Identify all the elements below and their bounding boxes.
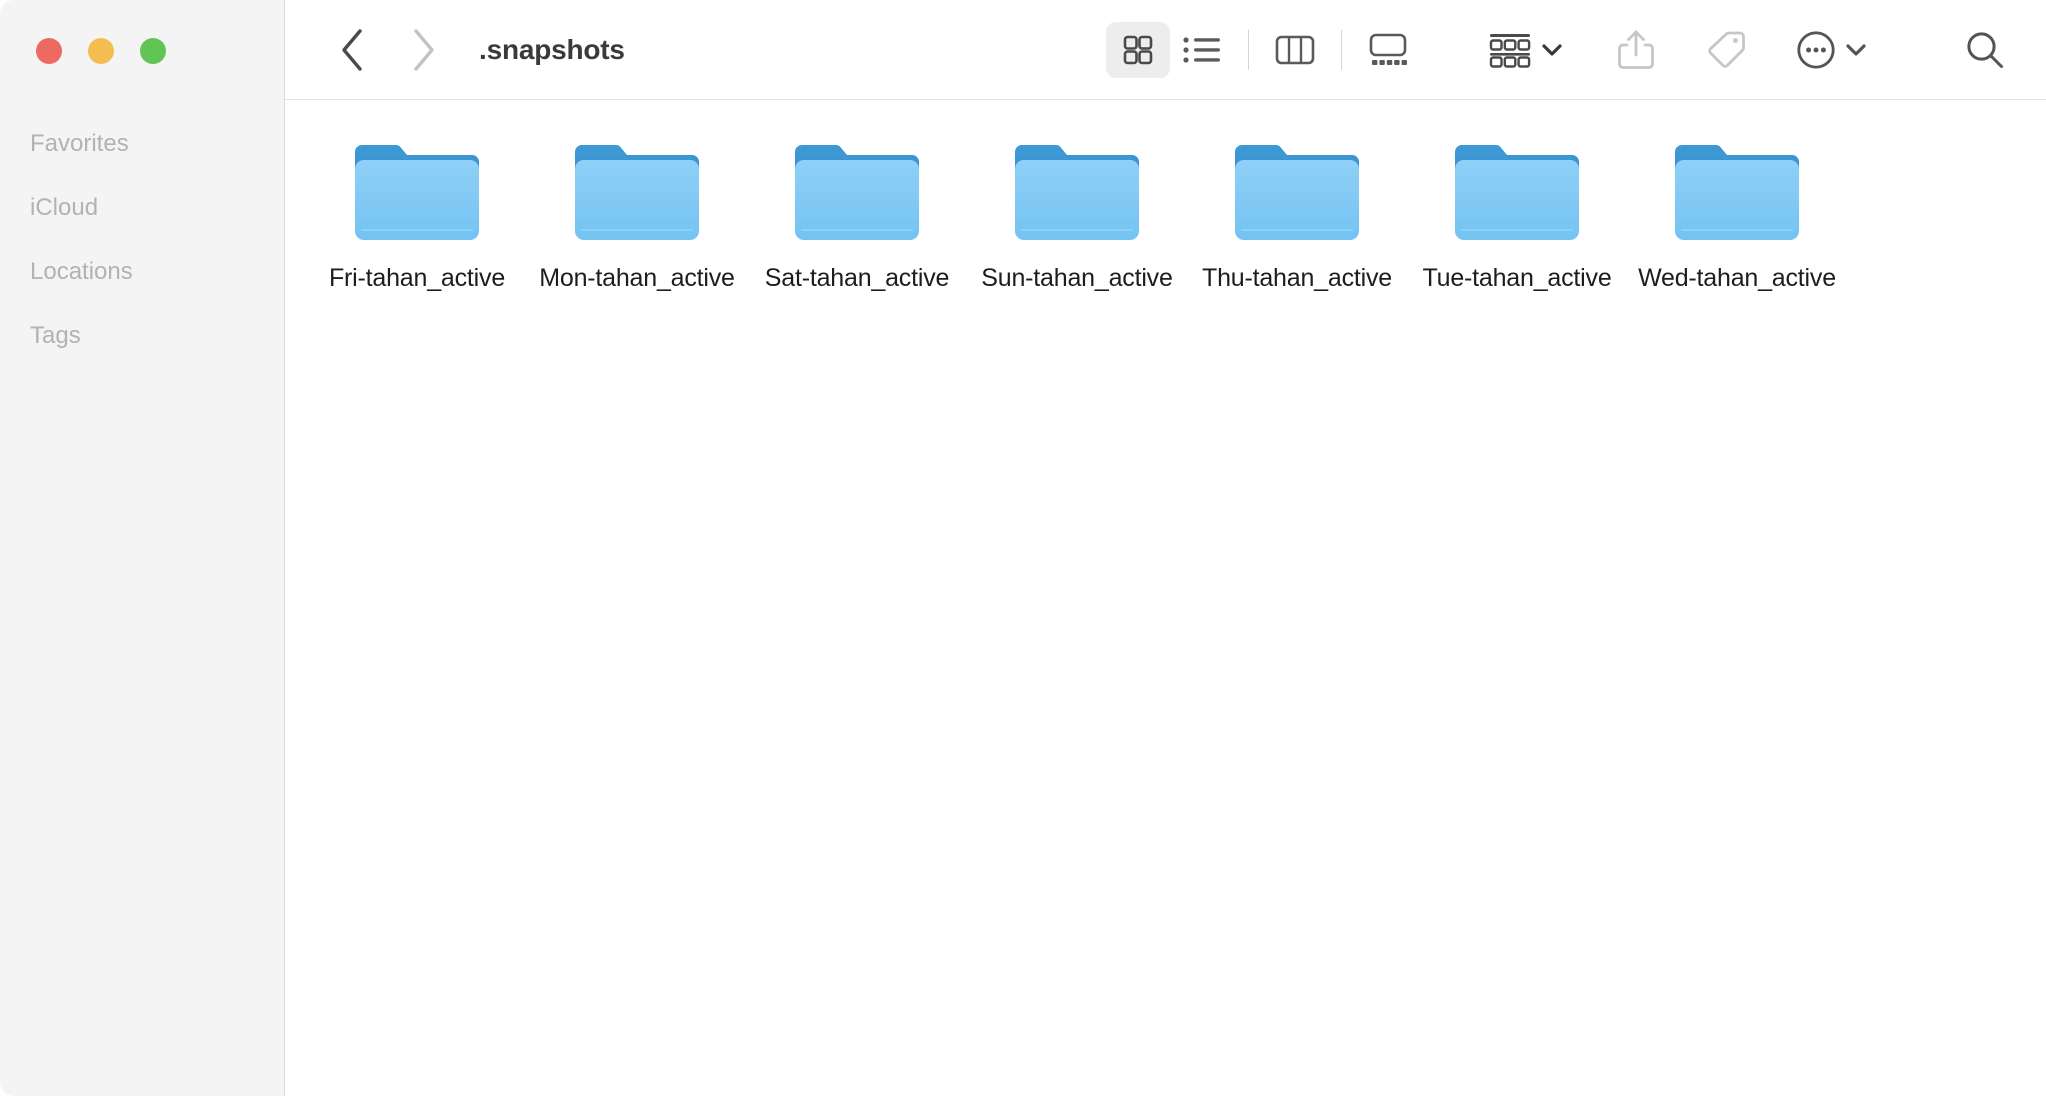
file-item-label: Sat-tahan_active [764, 264, 950, 292]
folder-icon [795, 145, 919, 240]
chevron-down-icon [1540, 42, 1564, 58]
tag-icon [1708, 31, 1745, 68]
tags-button[interactable] [1704, 22, 1748, 78]
file-item-label: Fri-tahan_active [328, 264, 506, 292]
chevron-down-icon [1844, 42, 1868, 58]
group-by-button[interactable] [1488, 22, 1564, 78]
file-item[interactable]: Fri-tahan_active [307, 134, 527, 294]
chevron-left-icon [342, 28, 362, 71]
view-mode-group [1106, 21, 1420, 78]
toolbar-divider [1248, 29, 1249, 70]
view-mode-icon-button[interactable] [1106, 21, 1170, 78]
forward-button[interactable] [397, 23, 451, 77]
share-icon [1618, 30, 1654, 69]
close-button[interactable] [36, 38, 62, 64]
back-button[interactable] [325, 23, 379, 77]
file-item[interactable]: Mon-tahan_active [527, 134, 747, 294]
main-area: .snapshots Fri-tahan_active Mon-tahan_ac… [285, 0, 2046, 1096]
file-item-label: Sun-tahan_active [981, 264, 1173, 292]
list-view-icon [1183, 36, 1220, 63]
ellipsis-circle-icon [1797, 30, 1835, 69]
folder-icon-wrapper [352, 140, 482, 245]
more-options-button[interactable] [1796, 22, 1868, 78]
file-item-label: Mon-tahan_active [539, 264, 735, 292]
chevron-right-icon [414, 28, 434, 71]
page-title: .snapshots [479, 33, 625, 65]
sidebar-section-locations[interactable]: Locations [0, 240, 284, 304]
icon-grid: Fri-tahan_active Mon-tahan_active Sat-taha… [285, 134, 2046, 294]
folder-icon [1455, 145, 1579, 240]
folder-icon-wrapper [1012, 140, 1142, 245]
search-icon [1967, 31, 2003, 68]
folder-icon-wrapper [572, 140, 702, 245]
file-item[interactable]: Sat-tahan_active [747, 134, 967, 294]
search-button[interactable] [1964, 22, 2006, 78]
folder-icon [1235, 145, 1359, 240]
column-view-icon [1275, 35, 1315, 64]
file-item-label: Tue-tahan_active [1422, 264, 1612, 292]
gallery-view-icon [1369, 33, 1407, 65]
file-browser-content[interactable]: Fri-tahan_active Mon-tahan_active Sat-taha… [285, 100, 2046, 1096]
view-mode-list-button[interactable] [1170, 22, 1234, 78]
file-item[interactable]: Tue-tahan_active [1407, 134, 1627, 294]
sidebar-section-tags[interactable]: Tags [0, 304, 284, 368]
view-mode-column-button[interactable] [1263, 22, 1327, 78]
file-item[interactable]: Sun-tahan_active [967, 134, 1187, 294]
folder-icon [1015, 145, 1139, 240]
folder-icon-wrapper [1232, 140, 1362, 245]
sidebar-section-favorites[interactable]: Favorites [0, 112, 284, 176]
folder-icon [575, 145, 699, 240]
toolbar: .snapshots [285, 0, 2046, 100]
minimize-button[interactable] [88, 38, 114, 64]
share-button[interactable] [1616, 22, 1656, 78]
finder-window: Favorites iCloud Locations Tags .snapsho… [0, 0, 2046, 1096]
folder-icon-wrapper [1672, 140, 1802, 245]
folder-icon-wrapper [1452, 140, 1582, 245]
folder-icon-wrapper [792, 140, 922, 245]
file-item[interactable]: Thu-tahan_active [1187, 134, 1407, 294]
file-item[interactable]: Wed-tahan_active [1627, 134, 1847, 294]
folder-icon [1675, 145, 1799, 240]
grid-view-icon [1123, 35, 1153, 64]
zoom-button[interactable] [140, 38, 166, 64]
toolbar-divider [1341, 29, 1342, 70]
file-item-label: Thu-tahan_active [1202, 264, 1392, 292]
folder-icon [355, 145, 479, 240]
sidebar: Favorites iCloud Locations Tags [0, 0, 285, 1096]
sidebar-section-icloud[interactable]: iCloud [0, 176, 284, 240]
sidebar-sections: Favorites iCloud Locations Tags [0, 112, 284, 368]
group-by-icon [1489, 33, 1531, 68]
view-mode-gallery-button[interactable] [1356, 22, 1420, 78]
traffic-lights [0, 0, 284, 64]
file-item-label: Wed-tahan_active [1638, 264, 1836, 292]
toolbar-actions [1420, 22, 2022, 78]
